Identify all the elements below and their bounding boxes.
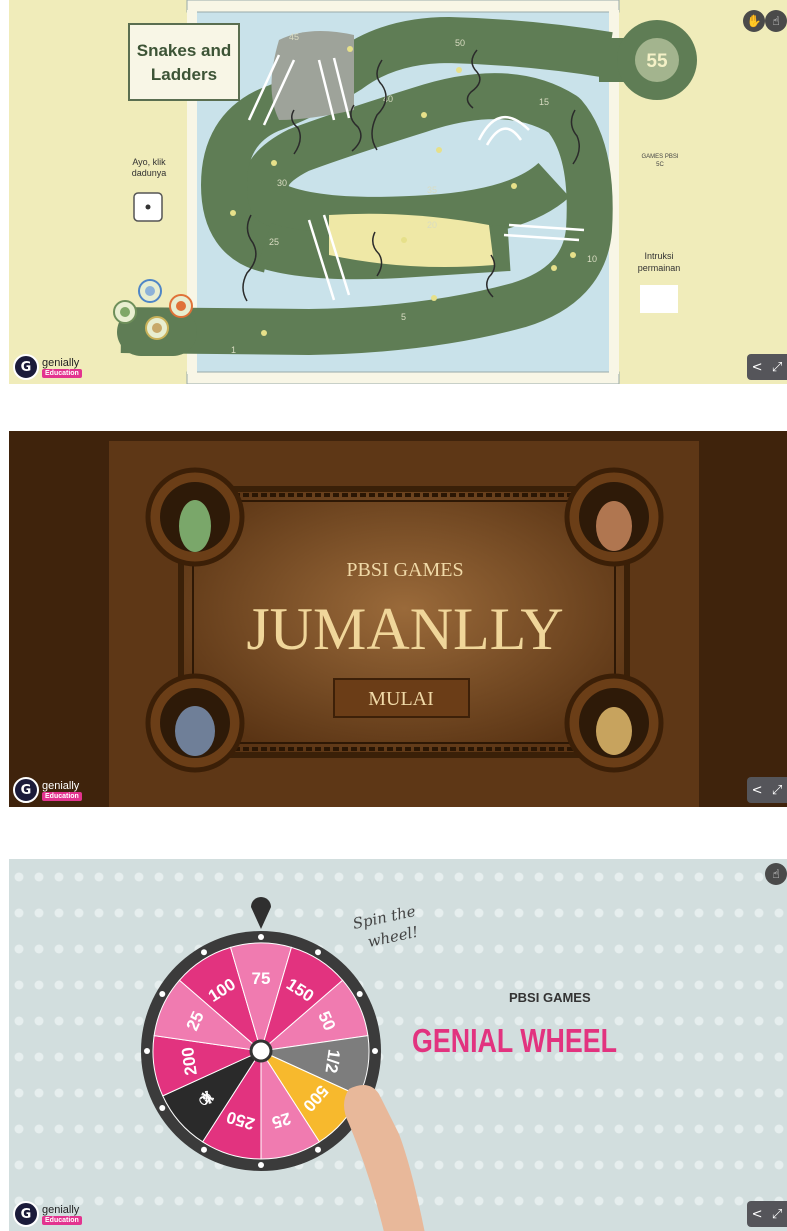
- rim-bulb: [258, 1162, 264, 1168]
- wheel-segment-label: 200: [178, 1046, 201, 1077]
- board-top-border: [186, 0, 620, 13]
- rim-bulb: [315, 1146, 321, 1153]
- share-icon[interactable]: <: [752, 360, 763, 375]
- wheel-subtitle: PBSI GAMES: [509, 990, 591, 1005]
- start-button[interactable]: MULAI: [333, 678, 470, 718]
- share-icon[interactable]: <: [752, 783, 763, 798]
- corner-controls: < ⤢: [747, 777, 787, 803]
- genial-wheel-screen: 100 75 150 50 1/2 500 25 250 ☠ 200 25 Spin the whe…: [9, 859, 787, 1231]
- snakes-ladders-screen: 55 1 5 10 15 20 25 30 35 40 45 50 Snakes…: [9, 0, 787, 384]
- jumanlly-screen: PBSI GAMES JUMANLLY MULAI G genially Educ…: [9, 431, 787, 807]
- dice-button[interactable]: [133, 192, 163, 222]
- rim-bulb: [258, 934, 264, 940]
- genially-branding: G genially Education: [13, 777, 82, 803]
- player-token-rhino[interactable]: [145, 316, 169, 340]
- yellow-segment: [329, 213, 494, 268]
- cell-number: 20: [427, 220, 437, 230]
- game-board: 55 1 5 10 15 20 25 30 35 40 45 50 Snakes…: [113, 0, 697, 384]
- cell-number: 1: [231, 345, 236, 355]
- cell-number: 30: [277, 178, 287, 188]
- jumanlly-subtitle: PBSI GAMES: [346, 559, 463, 581]
- jumanlly-title: JUMANLLY: [246, 596, 563, 662]
- side-label-line1: GAMES PBSI: [641, 154, 678, 160]
- board-bottom-border: [186, 371, 620, 384]
- wheel-title: GENIAL WHEEL: [412, 1022, 617, 1059]
- crocodile-icon: [179, 500, 211, 552]
- rim-bulb: [315, 949, 321, 956]
- wheel-segment-label: 75: [252, 969, 271, 988]
- cell-number: 45: [289, 32, 299, 42]
- cell-number: 35: [427, 185, 437, 195]
- brand-badge: Education: [42, 791, 82, 801]
- wheel-segment-label: 1/2: [321, 1048, 343, 1074]
- share-icon[interactable]: <: [752, 1207, 763, 1222]
- cell-number: 10: [587, 254, 597, 264]
- pointer-icon[interactable]: ☝: [765, 863, 787, 885]
- title-line1: Snakes and: [137, 41, 232, 60]
- fullscreen-icon[interactable]: ⤢: [772, 783, 782, 798]
- character-monkey[interactable]: [564, 467, 664, 567]
- rim-bulb: [144, 1048, 150, 1054]
- instructions-line1: Intruksi: [644, 251, 673, 261]
- dice-pip: [145, 204, 151, 210]
- cell-number: 15: [539, 97, 549, 107]
- corner-controls: < ⤢: [747, 1201, 787, 1227]
- monkey-icon: [596, 501, 632, 551]
- character-elephant[interactable]: [145, 673, 245, 773]
- fullscreen-icon[interactable]: ⤢: [772, 360, 782, 375]
- brand-name: genially: [42, 779, 80, 792]
- cell-number: 25: [269, 237, 279, 247]
- genially-branding: G genially Education: [13, 354, 82, 380]
- brand-badge: Education: [42, 368, 82, 378]
- start-label: MULAI: [368, 688, 434, 710]
- pointer-icon[interactable]: ☝: [765, 10, 787, 32]
- rim-bulb: [201, 1146, 207, 1153]
- goal-number: 55: [646, 51, 668, 72]
- roll-prompt-line2: dadunya: [132, 168, 167, 178]
- brand-badge: Education: [42, 1215, 82, 1225]
- fullscreen-icon[interactable]: ⤢: [772, 1207, 782, 1222]
- genially-logo-icon: G: [13, 354, 39, 380]
- character-rhino[interactable]: [564, 673, 664, 773]
- player-token-crocodile[interactable]: [113, 300, 137, 324]
- rim-bulb: [201, 949, 207, 956]
- rim-bulb: [372, 1048, 378, 1054]
- jumanlly-scene: PBSI GAMES JUMANLLY MULAI: [9, 431, 787, 807]
- wheel-hub: [249, 1039, 273, 1063]
- roll-prompt-line1: Ayo, klik: [132, 157, 166, 167]
- brand-name: genially: [42, 1203, 80, 1216]
- elephant-icon: [175, 706, 215, 756]
- instructions-line2: permainan: [638, 263, 681, 273]
- wheel-scene: 100 75 150501/250025250☠20025 Spin the whe…: [9, 859, 787, 1231]
- rhino-icon: [596, 707, 632, 755]
- gray-segment: [271, 31, 354, 120]
- corner-controls: < ⤢: [747, 354, 787, 380]
- genially-branding: G genially Education: [13, 1201, 82, 1227]
- genially-logo-icon: G: [13, 1201, 39, 1227]
- rim-bulb: [356, 991, 363, 997]
- rim-bulb: [159, 991, 166, 997]
- title-line2: Ladders: [151, 65, 217, 84]
- character-crocodile[interactable]: [145, 467, 245, 567]
- hand-icon[interactable]: ✋: [743, 10, 765, 32]
- genially-logo-icon: G: [13, 777, 39, 803]
- brand-name: genially: [42, 356, 80, 369]
- side-label-line2: 5C: [656, 162, 664, 168]
- cell-number: 5: [401, 312, 406, 322]
- player-token-elephant[interactable]: [138, 279, 162, 303]
- rim-bulb: [159, 1105, 166, 1111]
- title-card: [128, 23, 240, 101]
- player-token-monkey[interactable]: [169, 294, 193, 318]
- cell-number: 50: [455, 38, 465, 48]
- instructions-button[interactable]: [640, 285, 678, 313]
